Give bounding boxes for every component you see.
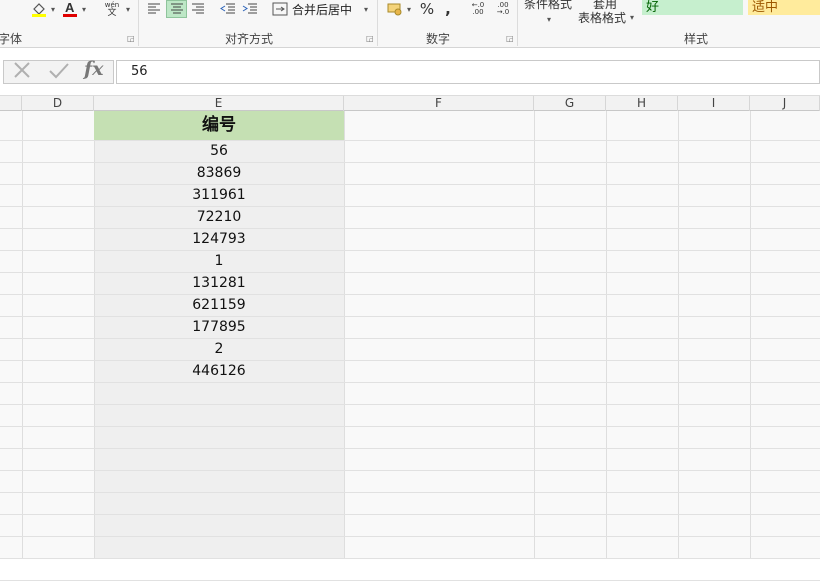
column-header-g[interactable]: G <box>534 96 606 111</box>
worksheet-grid[interactable]: 编号 56 83869 311961 72210 124793 1 131281 621159… <box>0 111 820 581</box>
phonetic-char-label: 文 <box>107 8 117 18</box>
table-format-dropdown[interactable]: ▾ <box>628 8 636 26</box>
font-dialog-launcher-icon[interactable]: ◲ <box>127 34 135 43</box>
alignment-group-label: 对齐方式 <box>225 32 274 46</box>
grid-hline <box>0 382 820 383</box>
merge-center-label: 合并后居中 <box>292 2 353 17</box>
merge-cells-icon <box>272 2 288 16</box>
value-cell[interactable]: 621159 <box>94 294 344 316</box>
align-right-icon <box>192 3 204 14</box>
column-header-h[interactable]: H <box>606 96 678 111</box>
decrease-indent-icon <box>220 3 235 14</box>
table-format-button[interactable]: 表格格式 <box>574 8 630 26</box>
ribbon: ▾ A ▾ wén 文 ▾ 字体 ◲ 合并后居中 ▾ 对齐方式 ◲ ▾ % , … <box>0 0 820 48</box>
insert-function-button[interactable]: fx <box>84 58 104 80</box>
column-headers: D E F G H I J <box>0 95 820 111</box>
styles-group-label: 样式 <box>684 32 709 46</box>
column-header-e[interactable]: E <box>94 96 344 111</box>
column-header-j[interactable]: J <box>750 96 820 111</box>
align-left-icon <box>148 3 160 14</box>
grid-hline <box>0 448 820 449</box>
increase-decimal-button[interactable]: ←.0 .00 <box>466 0 490 18</box>
separator <box>138 0 139 46</box>
column-header-d[interactable]: D <box>22 96 94 111</box>
grid-hline <box>0 470 820 471</box>
column-header-i[interactable]: I <box>678 96 750 111</box>
accounting-format-button[interactable] <box>385 0 405 18</box>
value-cell[interactable]: 446126 <box>94 360 344 382</box>
value-cell[interactable]: 1 <box>94 250 344 272</box>
grid-hline <box>0 514 820 515</box>
font-color-icon: A <box>63 0 77 17</box>
decrease-decimal-button[interactable]: .00 →.0 <box>491 0 515 18</box>
formula-input[interactable]: 56 <box>116 60 820 84</box>
align-center-button[interactable] <box>166 0 187 18</box>
header-cell[interactable]: 编号 <box>94 111 344 140</box>
value-cell[interactable]: 124793 <box>94 228 344 250</box>
cancel-icon[interactable] <box>12 60 32 85</box>
merge-dropdown[interactable]: ▾ <box>362 0 370 18</box>
grid-hline <box>0 404 820 405</box>
fill-color-dropdown[interactable]: ▾ <box>49 0 57 18</box>
value-cell[interactable]: 2 <box>94 338 344 360</box>
separator <box>377 0 378 46</box>
value-cell[interactable]: 72210 <box>94 206 344 228</box>
alignment-dialog-launcher-icon[interactable]: ◲ <box>366 34 374 43</box>
value-cell[interactable]: 83869 <box>94 162 344 184</box>
phonetic-button[interactable]: wén 文 <box>100 0 124 18</box>
number-dialog-launcher-icon[interactable]: ◲ <box>506 34 514 43</box>
percent-button[interactable]: % <box>416 0 438 18</box>
font-color-dropdown[interactable]: ▾ <box>80 0 88 18</box>
number-group-label: 数字 <box>426 32 451 46</box>
column-header-c[interactable] <box>0 96 22 111</box>
grid-hline <box>0 426 820 427</box>
style-good-cell[interactable]: 好 <box>642 0 743 15</box>
align-center-icon <box>170 3 183 14</box>
value-cell[interactable]: 311961 <box>94 184 344 206</box>
merge-center-button[interactable]: 合并后居中 <box>272 0 362 18</box>
check-icon <box>49 63 69 79</box>
accounting-dropdown[interactable]: ▾ <box>405 0 413 18</box>
phonetic-dropdown[interactable]: ▾ <box>124 0 132 18</box>
comma-style-button[interactable]: , <box>440 0 456 18</box>
align-right-button[interactable] <box>188 0 208 18</box>
align-left-button[interactable] <box>144 0 164 18</box>
grid-hline <box>0 492 820 493</box>
currency-icon <box>387 3 402 16</box>
paint-bucket-icon <box>32 3 46 17</box>
value-cell[interactable]: 177895 <box>94 316 344 338</box>
style-neutral-cell[interactable]: 适中 <box>748 0 820 15</box>
x-icon <box>14 62 30 78</box>
font-group-label: 字体 <box>0 32 23 46</box>
decrease-indent-button[interactable] <box>218 0 238 18</box>
conditional-format-dropdown[interactable]: ▾ <box>544 10 554 28</box>
svg-text:A: A <box>65 0 75 15</box>
column-header-f[interactable]: F <box>344 96 534 111</box>
formula-bar: fx 56 <box>0 56 820 90</box>
value-cell[interactable]: 131281 <box>94 272 344 294</box>
increase-indent-button[interactable] <box>240 0 260 18</box>
value-cell[interactable]: 56 <box>94 140 344 162</box>
grid-hline <box>0 536 820 537</box>
enter-icon[interactable] <box>48 60 70 85</box>
font-color-button[interactable]: A <box>60 0 80 18</box>
separator <box>517 0 518 46</box>
increase-indent-icon <box>242 3 257 14</box>
